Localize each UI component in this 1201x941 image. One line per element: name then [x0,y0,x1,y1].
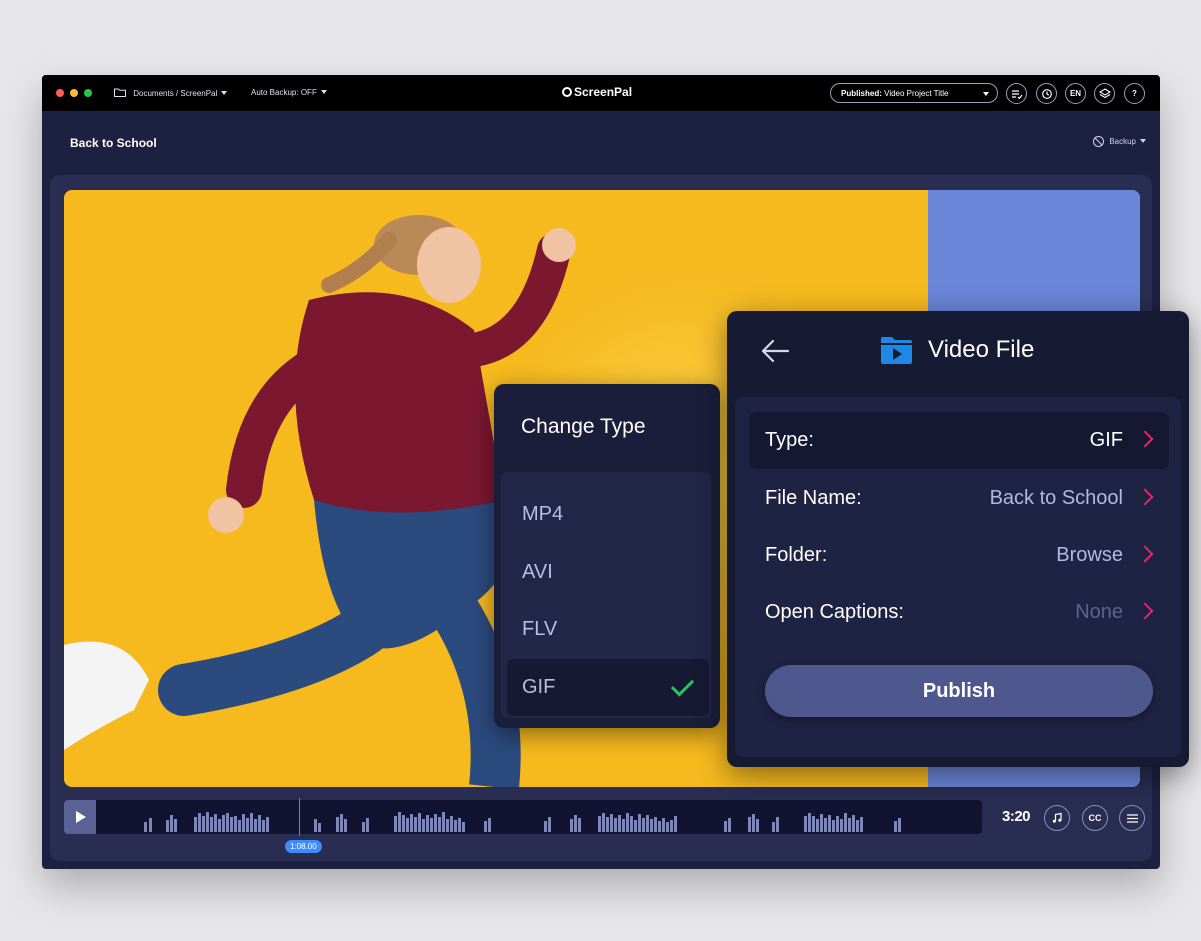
type-option-avi[interactable]: AVI [522,561,553,584]
video-file-panel: Video File Type: GIF File Name: Back to … [727,311,1189,767]
file-name-row[interactable]: File Name: Back to School [749,470,1169,527]
type-options-list: MP4 AVI FLV GIF [501,472,711,718]
language-button[interactable]: EN [1065,83,1086,104]
playhead[interactable] [299,798,300,836]
help-button[interactable]: ? [1124,83,1145,104]
auto-backup-selector[interactable]: Auto Backup: OFF [251,88,327,97]
layers-button[interactable] [1094,83,1115,104]
logo-icon [562,87,572,97]
hamburger-icon [1126,813,1138,823]
chevron-right-icon [1136,545,1154,563]
help-label: ? [1132,89,1137,98]
project-header: Back to School Backup [42,111,1160,175]
folder-path: Documents / ScreenPal [133,89,218,98]
published-title: Video Project Title [884,89,949,98]
chevron-down-icon [983,92,989,96]
file-name-value: Back to School [989,487,1123,509]
play-button[interactable] [64,800,96,834]
history-icon [1041,88,1052,99]
playhead-time-badge: 1:08.00 [285,840,322,853]
chevron-down-icon [221,91,228,95]
timeline-track[interactable] [64,798,982,836]
backup-label: Backup [1109,137,1136,146]
music-button[interactable] [1044,805,1070,831]
video-file-title: Video File [928,336,1035,363]
no-entry-icon [1093,136,1105,147]
type-option-gif-label: GIF [522,676,556,698]
type-value: GIF [1089,429,1123,451]
auto-backup-value: OFF [300,88,317,97]
chevron-right-icon [1136,430,1154,448]
history-button[interactable] [1036,83,1057,104]
zoom-dot[interactable] [84,89,92,97]
chevron-down-icon [1140,139,1146,143]
back-arrow-icon[interactable] [760,338,790,364]
type-option-mp4[interactable]: MP4 [522,503,563,526]
folder-selector[interactable]: Documents / ScreenPal [114,88,228,98]
captions-label: CC [1088,813,1102,823]
published-label: Published: [841,89,882,98]
chevron-right-icon [1136,602,1154,620]
duration-label: 3:20 [1002,808,1031,825]
chevron-right-icon [1136,488,1154,506]
checkmark-icon [670,673,695,697]
checklist-button[interactable] [1006,83,1027,104]
type-option-gif[interactable]: GIF [507,659,709,716]
logo-text: ScreenPal [574,85,633,99]
audio-waveform [144,812,901,832]
type-row[interactable]: Type: GIF [749,412,1169,469]
menu-button[interactable] [1119,805,1145,831]
chevron-down-icon [320,90,327,94]
type-option-flv[interactable]: FLV [522,618,557,641]
open-captions-row[interactable]: Open Captions: None [749,584,1169,641]
open-captions-value: None [1075,601,1123,623]
change-type-title: Change Type [521,415,646,438]
video-file-settings: Type: GIF File Name: Back to School Fold… [735,397,1181,757]
file-name-label: File Name: [765,487,862,509]
language-label: EN [1069,89,1082,98]
type-label: Type: [765,429,814,451]
open-captions-label: Open Captions: [765,601,904,623]
published-dropdown[interactable]: Published: Video Project Title [830,83,998,103]
checklist-icon [1011,89,1022,99]
titlebar: Documents / ScreenPal Auto Backup: OFF S… [42,75,1160,111]
music-note-icon [1052,812,1062,823]
captions-button[interactable]: CC [1082,805,1108,831]
auto-backup-label: Auto Backup: [251,88,299,97]
minimize-dot[interactable] [70,89,78,97]
video-folder-icon [881,337,912,364]
app-logo: ScreenPal [562,85,632,99]
project-title: Back to School [70,136,157,150]
layers-icon [1098,87,1111,98]
folder-label: Folder: [765,544,828,566]
folder-value: Browse [1056,544,1123,566]
folder-row[interactable]: Folder: Browse [749,527,1169,584]
folder-icon [114,88,126,97]
change-type-menu: Change Type MP4 AVI FLV GIF [494,384,720,728]
close-dot[interactable] [56,89,64,97]
publish-button[interactable]: Publish [765,665,1153,717]
backup-dropdown[interactable]: Backup [1093,136,1146,147]
